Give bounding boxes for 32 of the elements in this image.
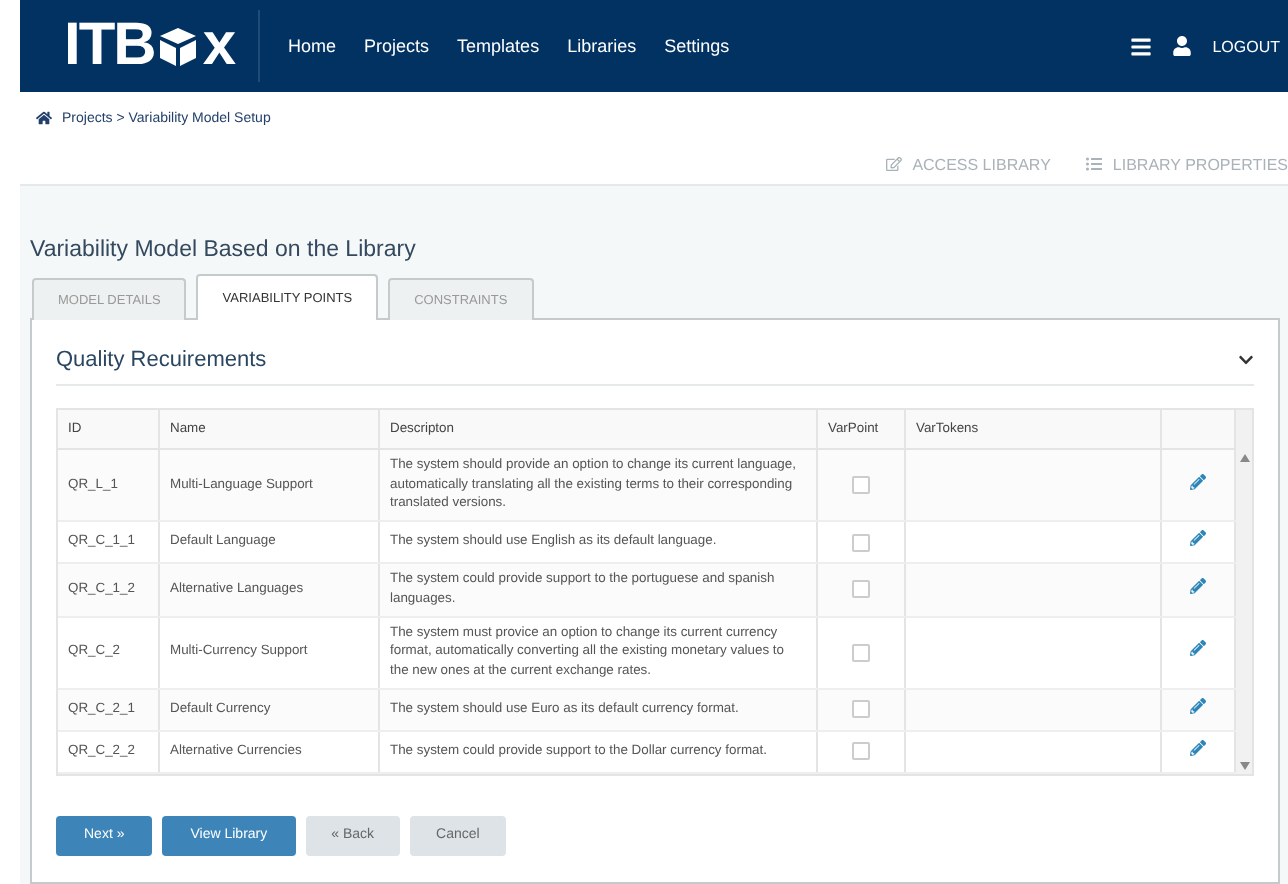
edit-icon[interactable] — [1190, 697, 1206, 714]
edit-icon[interactable] — [1190, 473, 1206, 490]
list-icon — [1086, 156, 1103, 172]
logout-link[interactable]: LOGOUT — [1212, 37, 1280, 55]
nav-link[interactable]: Templates — [457, 36, 540, 56]
nav-link[interactable]: Libraries — [567, 36, 637, 56]
nav-link[interactable]: Settings — [664, 36, 730, 56]
section-title: Quality Recuirements — [56, 348, 267, 372]
edit-icon[interactable] — [1190, 739, 1206, 756]
home-icon[interactable] — [36, 110, 52, 126]
edit-icon[interactable] — [1190, 578, 1206, 595]
checkbox[interactable] — [852, 742, 870, 761]
checkbox[interactable] — [852, 580, 870, 599]
chevron-icon[interactable] — [1238, 352, 1254, 368]
checkbox[interactable] — [852, 700, 870, 719]
edit-icon[interactable] — [1190, 640, 1206, 657]
menu-icon[interactable] — [1130, 35, 1153, 57]
edit-icon[interactable] — [1190, 530, 1206, 547]
checkbox[interactable] — [852, 476, 870, 495]
scroll-up-icon[interactable] — [1239, 454, 1249, 462]
scrollbar[interactable] — [1236, 410, 1252, 774]
nav-link[interactable]: Projects — [364, 36, 430, 56]
user-icon[interactable] — [1172, 36, 1193, 56]
scroll-down-icon[interactable] — [1239, 761, 1249, 770]
checkbox[interactable] — [852, 533, 870, 552]
page-title: Variability Model Based on the Library — [30, 238, 418, 262]
edit-icon — [886, 156, 903, 172]
checkbox[interactable] — [852, 643, 870, 662]
box-icon — [156, 24, 201, 68]
nav-link[interactable]: Home — [288, 36, 337, 56]
logo-text: ITB — [64, 12, 155, 80]
logo-text: x — [202, 12, 235, 80]
